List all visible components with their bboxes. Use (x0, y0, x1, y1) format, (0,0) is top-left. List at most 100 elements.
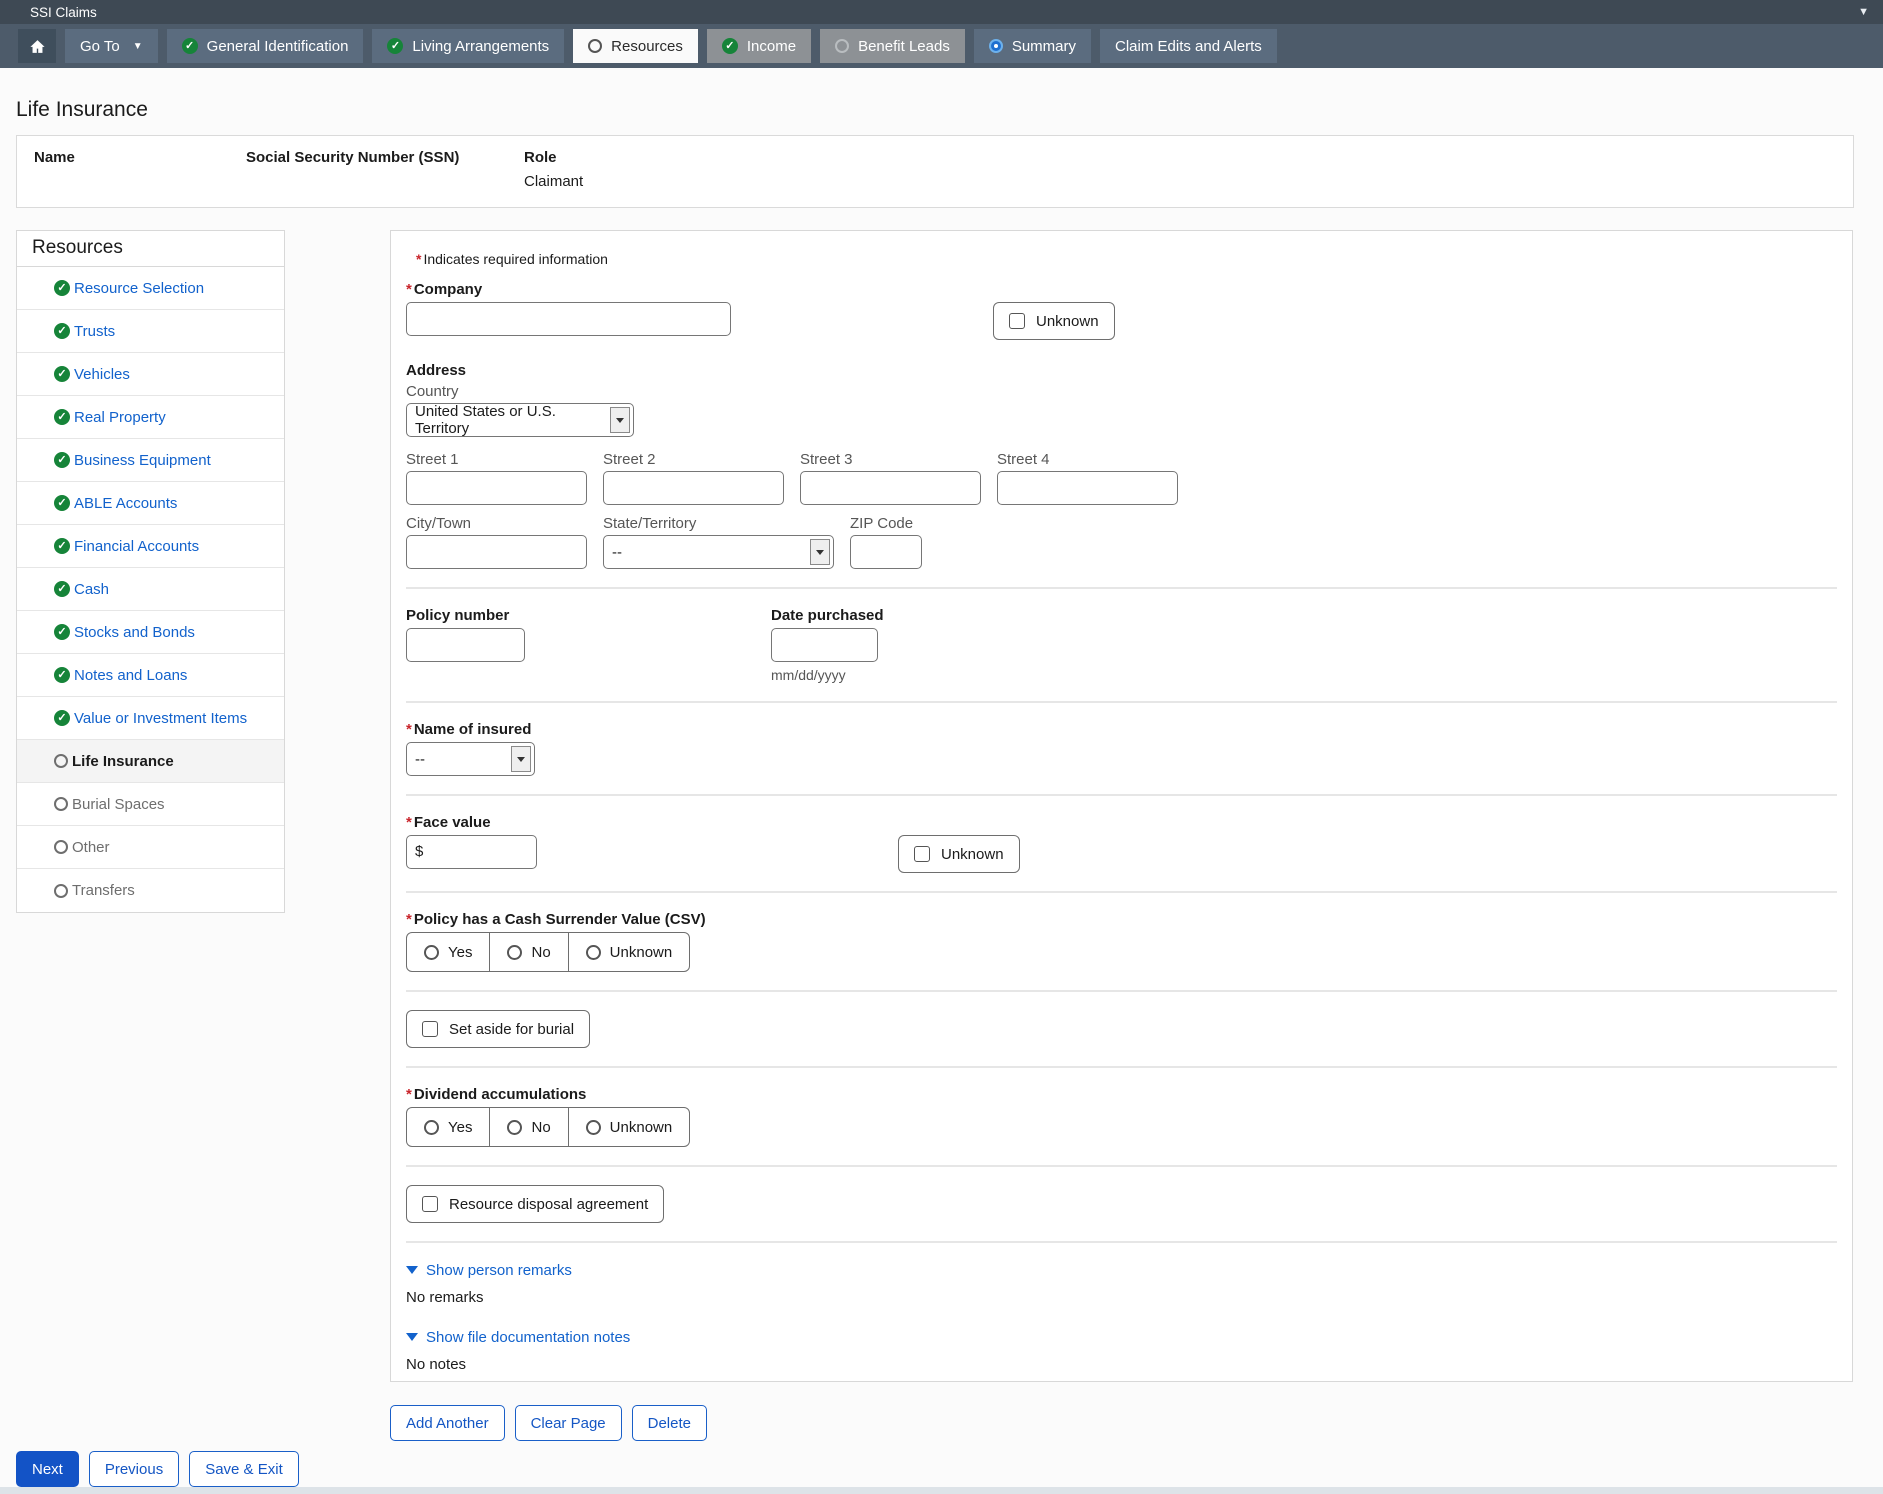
radio-icon (586, 1120, 601, 1135)
clear-page-button[interactable]: Clear Page (515, 1405, 622, 1441)
check-circle-icon (54, 538, 70, 554)
sidebar-item-real-property[interactable]: Real Property (17, 396, 284, 439)
sidebar-item-other[interactable]: Other (17, 826, 284, 869)
check-circle-icon (182, 38, 198, 54)
previous-button[interactable]: Previous (89, 1451, 179, 1487)
sidebar-item-cash[interactable]: Cash (17, 568, 284, 611)
tab-summary[interactable]: Summary (974, 29, 1091, 63)
sidebar-item-value-or-investment-items[interactable]: Value or Investment Items (17, 697, 284, 740)
sidebar-item-label: Resource Selection (74, 280, 204, 297)
checkbox-icon (422, 1021, 438, 1037)
tab-resources[interactable]: Resources (573, 29, 698, 63)
street1-input[interactable] (406, 471, 587, 505)
face-value-input[interactable] (406, 835, 537, 869)
sidebar-item-trusts[interactable]: Trusts (17, 310, 284, 353)
tab-general-identification[interactable]: General Identification (167, 29, 364, 63)
checkbox-icon (422, 1196, 438, 1212)
street2-input[interactable] (603, 471, 784, 505)
face-value-unknown-checkbox[interactable]: Unknown (898, 835, 1020, 873)
date-purchased-input[interactable] (771, 628, 878, 662)
sidebar-item-stocks-and-bonds[interactable]: Stocks and Bonds (17, 611, 284, 654)
sidebar-item-vehicles[interactable]: Vehicles (17, 353, 284, 396)
sidebar-item-notes-and-loans[interactable]: Notes and Loans (17, 654, 284, 697)
show-file-documentation-notes-link[interactable]: Show file documentation notes (406, 1329, 630, 1346)
radio-icon (507, 945, 522, 960)
sidebar-item-label: Stocks and Bonds (74, 624, 195, 641)
resource-disposal-checkbox[interactable]: Resource disposal agreement (406, 1185, 664, 1223)
option-label: Unknown (610, 944, 673, 961)
option-label: No (531, 944, 550, 961)
section-divider (406, 891, 1837, 893)
zip-input[interactable] (850, 535, 922, 569)
link-label: Show file documentation notes (426, 1329, 630, 1346)
bottom-strip (0, 1487, 1883, 1494)
name-of-insured-select[interactable]: -- (406, 742, 535, 776)
csv-option-unknown[interactable]: Unknown (568, 933, 690, 971)
sidebar-item-label: Notes and Loans (74, 667, 187, 684)
check-circle-icon (54, 495, 70, 511)
section-divider (406, 1165, 1837, 1167)
country-select[interactable]: United States or U.S. Territory (406, 403, 634, 437)
chevron-down-icon (406, 1333, 418, 1341)
tab-label: Resources (611, 38, 683, 55)
check-circle-icon (54, 409, 70, 425)
radio-icon (507, 1120, 522, 1135)
sidebar-item-burial-spaces[interactable]: Burial Spaces (17, 783, 284, 826)
city-input[interactable] (406, 535, 587, 569)
show-person-remarks-link[interactable]: Show person remarks (406, 1262, 572, 1279)
sidebar-item-able-accounts[interactable]: ABLE Accounts (17, 482, 284, 525)
sidebar-item-financial-accounts[interactable]: Financial Accounts (17, 525, 284, 568)
tab-label: General Identification (207, 38, 349, 55)
tab-label: Benefit Leads (858, 38, 950, 55)
tab-living-arrangements[interactable]: Living Arrangements (372, 29, 564, 63)
street2-label: Street 2 (603, 451, 784, 468)
tab-income[interactable]: Income (707, 29, 811, 63)
policy-number-label: Policy number (406, 607, 771, 624)
open-circle-icon (835, 39, 849, 53)
app-title: SSI Claims (30, 5, 97, 20)
csv-option-yes[interactable]: Yes (407, 933, 489, 971)
select-arrow-icon (511, 746, 531, 772)
tab-claim-edits-alerts[interactable]: Claim Edits and Alerts (1100, 29, 1277, 63)
person-header: Name Social Security Number (SSN) Role C… (16, 135, 1854, 208)
sidebar-item-resource-selection[interactable]: Resource Selection (17, 267, 284, 310)
goto-dropdown[interactable]: Go To ▼ (65, 29, 158, 63)
home-button[interactable] (18, 29, 56, 63)
policy-number-input[interactable] (406, 628, 525, 662)
section-divider (406, 990, 1837, 992)
set-aside-burial-checkbox[interactable]: Set aside for burial (406, 1010, 590, 1048)
person-role-column: Role Claimant (524, 149, 583, 194)
street3-input[interactable] (800, 471, 981, 505)
company-label: Company (406, 281, 1837, 298)
state-select[interactable]: -- (603, 535, 834, 569)
tab-label: Claim Edits and Alerts (1115, 38, 1262, 55)
sidebar-item-transfers[interactable]: Transfers (17, 869, 284, 912)
ssi-claims-page: SSI Claims ▼ Go To ▼ General Identificat… (0, 0, 1883, 1494)
open-circle-icon (54, 884, 68, 898)
country-value: United States or U.S. Territory (415, 403, 603, 437)
collapse-caret-icon[interactable]: ▼ (1858, 6, 1869, 18)
csv-label: Policy has a Cash Surrender Value (CSV) (406, 911, 1837, 928)
tab-benefit-leads[interactable]: Benefit Leads (820, 29, 965, 63)
csv-option-no[interactable]: No (489, 933, 567, 971)
add-another-button[interactable]: Add Another (390, 1405, 505, 1441)
dividends-option-unknown[interactable]: Unknown (568, 1108, 690, 1146)
radio-selected-icon (989, 39, 1003, 53)
no-notes-text: No notes (406, 1356, 1837, 1373)
company-unknown-checkbox[interactable]: Unknown (993, 302, 1115, 340)
page-title: Life Insurance (16, 98, 148, 122)
sidebar-item-label: Business Equipment (74, 452, 211, 469)
company-input[interactable] (406, 302, 731, 336)
role-label: Role (524, 149, 583, 166)
sidebar-item-life-insurance[interactable]: Life Insurance (17, 740, 284, 783)
dividends-option-yes[interactable]: Yes (407, 1108, 489, 1146)
save-exit-button[interactable]: Save & Exit (189, 1451, 299, 1487)
dividends-option-no[interactable]: No (489, 1108, 567, 1146)
street4-input[interactable] (997, 471, 1178, 505)
name-of-insured-label: Name of insured (406, 721, 1837, 738)
dividends-radio-group: Yes No Unknown (406, 1107, 690, 1147)
next-button[interactable]: Next (16, 1451, 79, 1487)
delete-button[interactable]: Delete (632, 1405, 707, 1441)
resources-sidebar: Resources Resource Selection Trusts Vehi… (16, 230, 285, 913)
sidebar-item-business-equipment[interactable]: Business Equipment (17, 439, 284, 482)
